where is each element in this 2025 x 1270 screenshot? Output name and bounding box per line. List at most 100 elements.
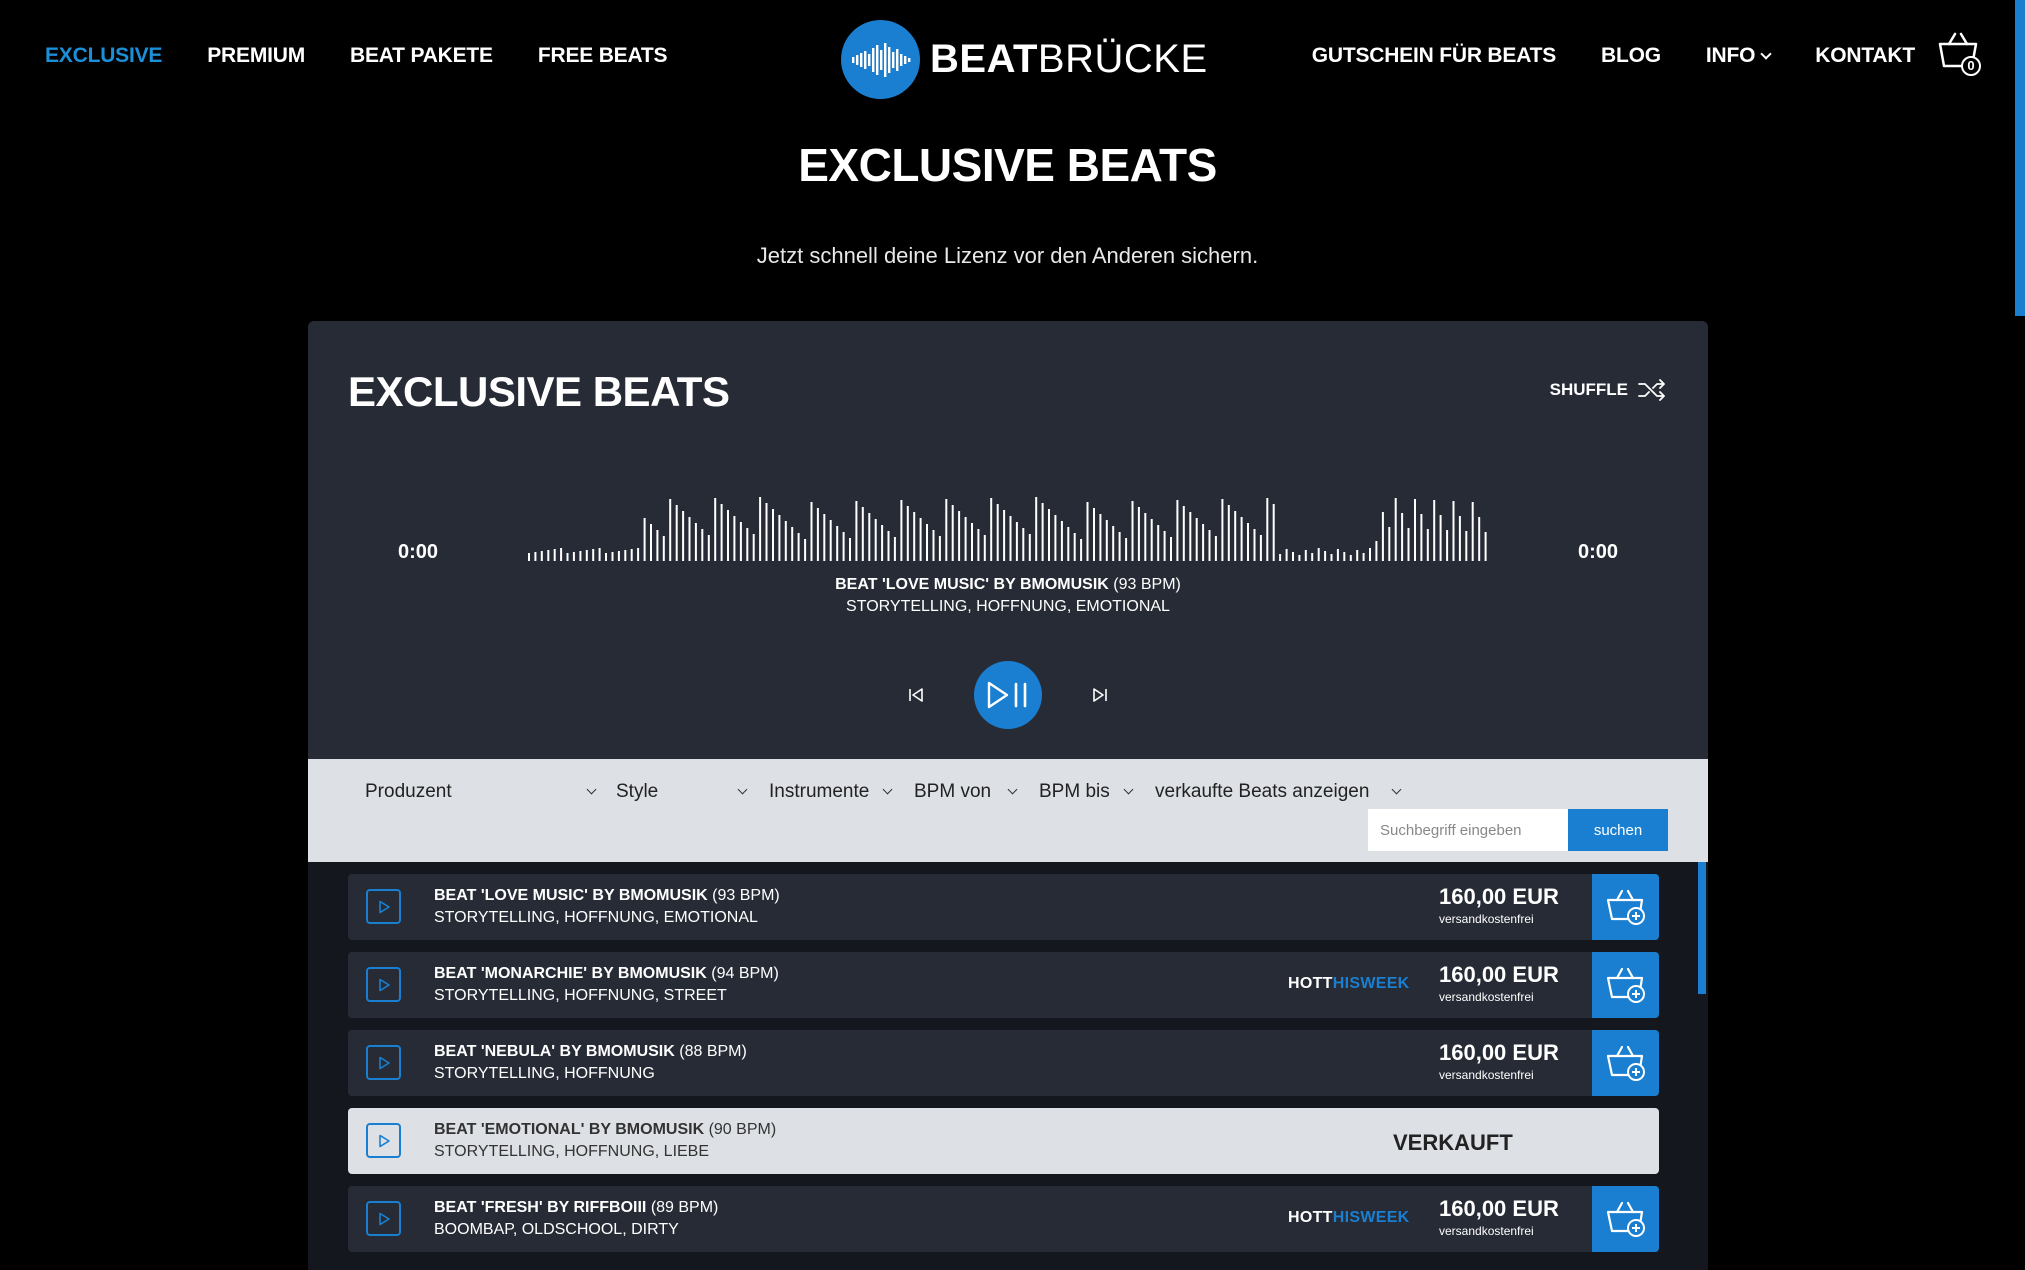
filter-verkaufte-beats[interactable]: verkaufte Beats anzeigen [1155, 777, 1402, 807]
row-play-button[interactable] [366, 1123, 401, 1158]
cart-button[interactable]: 0 [1937, 30, 1983, 76]
waveform-bar [1086, 502, 1089, 561]
waveform-bar [1003, 510, 1006, 561]
waveform-bar [971, 523, 973, 561]
search-input[interactable] [1368, 809, 1568, 851]
nav-free-beats[interactable]: FREE BEATS [538, 44, 668, 68]
waveform-bar [1311, 553, 1314, 561]
waveform-bar [996, 504, 999, 561]
waveform-bar [977, 529, 980, 561]
waveform-bar [540, 551, 543, 561]
waveform-bar [784, 521, 787, 561]
shuffle-button[interactable]: SHUFFLE [1550, 379, 1666, 401]
nav-kontakt[interactable]: KONTAKT [1815, 44, 1915, 68]
next-track-icon[interactable] [1090, 685, 1110, 705]
waveform-bar [630, 549, 633, 561]
time-total: 0:00 [1577, 541, 1618, 563]
nav-blog[interactable]: BLOG [1601, 44, 1661, 68]
waveform-bar [617, 551, 620, 561]
track-tags: STORYTELLING, HOFFNUNG, STREET [434, 987, 727, 1004]
row-play-button[interactable] [366, 1045, 401, 1080]
waveform-bar [990, 498, 993, 561]
logo-wordmark: BEATBRÜCKE [930, 37, 1208, 81]
waveform-bar [958, 511, 961, 561]
filter-produzent[interactable]: Produzent [365, 777, 597, 807]
waveform-bar [1471, 502, 1474, 561]
filter-bpm-bis[interactable]: BPM bis [1039, 777, 1134, 807]
waveform-seekbar[interactable] [528, 496, 1491, 561]
filter-instrumente[interactable]: Instrumente [769, 777, 893, 807]
filter-style[interactable]: Style [616, 777, 748, 807]
add-to-cart-icon [1606, 967, 1645, 1003]
waveform-bar [1381, 512, 1384, 561]
add-to-cart-icon [1606, 889, 1645, 925]
now-playing-title: BEAT 'LOVE MUSIC' BY BMOMUSIK (93 BPM) [835, 576, 1181, 593]
page-title: EXCLUSIVE BEATS [798, 139, 1217, 191]
nav-exclusive[interactable]: EXCLUSIVE [45, 44, 162, 68]
filter-bpm-von[interactable]: BPM von [914, 777, 1018, 807]
chevron-down-icon [1760, 48, 1772, 60]
track-price: 160,00 EUR versandkostenfrei [1439, 884, 1559, 926]
chevron-down-icon [737, 784, 748, 795]
nav-gutschein[interactable]: GUTSCHEIN FÜR BEATS [1312, 44, 1557, 68]
price-value: 160,00 EUR [1439, 1196, 1559, 1221]
chevron-down-icon [586, 784, 597, 795]
waveform-bar [1163, 531, 1166, 561]
row-play-button[interactable] [366, 1201, 401, 1236]
nav-info[interactable]: INFO [1706, 44, 1772, 68]
track-row[interactable]: BEAT 'FRESH' BY RIFFBOIII (89 BPM) BOOMBA… [348, 1186, 1659, 1252]
track-row[interactable]: BEAT 'MONARCHIE' BY BMOMUSIK (94 BPM) STO… [348, 952, 1659, 1018]
waveform-bar [566, 553, 569, 561]
waveform-bar [906, 506, 909, 561]
waveform-bar [1317, 548, 1320, 561]
track-title: BEAT 'FRESH' BY RIFFBOIII (89 BPM) [434, 1199, 719, 1216]
waveform-bar [560, 548, 563, 561]
chevron-down-icon [1007, 784, 1018, 795]
filter-bar: Produzent Style Instrumente BPM von BPM … [308, 759, 1708, 862]
hot-this-week-badge: HOTTHISWEEK [1288, 975, 1410, 992]
waveform-bar [913, 512, 916, 561]
waveform-bar [1336, 549, 1339, 561]
waveform-bar [791, 527, 794, 561]
track-row[interactable]: BEAT 'LOVE MUSIC' BY BMOMUSIK (93 BPM) ST… [348, 874, 1659, 940]
add-to-cart-button[interactable] [1592, 1030, 1659, 1096]
waveform-bar [1484, 532, 1487, 561]
page-scrollbar[interactable] [2015, 0, 2025, 316]
waveform-bar [528, 553, 530, 561]
waveform-bar [1292, 552, 1294, 561]
row-play-button[interactable] [366, 889, 401, 924]
waveform-bar [855, 501, 858, 561]
logo[interactable]: BEATBRÜCKE [841, 20, 1208, 99]
waveform-bar [1330, 554, 1333, 561]
waveform-bar [733, 516, 736, 561]
play-icon [378, 1212, 390, 1225]
waveform-bar [572, 552, 575, 561]
waveform-bar [1452, 501, 1455, 561]
waveform-bar [1234, 511, 1237, 561]
waveform-bar [746, 528, 749, 561]
top-navigation: EXCLUSIVE PREMIUM BEAT PAKETE FREE BEATS… [0, 0, 2025, 118]
add-to-cart-button[interactable] [1592, 1186, 1659, 1252]
hot-this-week-badge: HOTTHISWEEK [1288, 1209, 1410, 1226]
waveform-bar [714, 498, 717, 561]
waveform-bar [1035, 497, 1038, 561]
waveform-bar [945, 499, 948, 561]
waveform-bar [1048, 509, 1050, 561]
waveform-bar [650, 524, 652, 561]
waveform-bar [1272, 504, 1275, 561]
add-to-cart-button[interactable] [1592, 952, 1659, 1018]
track-row[interactable]: BEAT 'EMOTIONAL' BY BMOMUSIK (90 BPM) STO… [348, 1108, 1659, 1174]
previous-track-icon[interactable] [906, 685, 926, 705]
play-pause-button[interactable] [974, 661, 1042, 729]
waveform-bar [829, 520, 832, 561]
row-play-button[interactable] [366, 967, 401, 1002]
waveform-bar [861, 507, 864, 561]
track-price: 160,00 EUR versandkostenfrei [1439, 1040, 1559, 1082]
waveform-bar [1170, 537, 1172, 561]
add-to-cart-button[interactable] [1592, 874, 1659, 940]
nav-beat-pakete[interactable]: BEAT PAKETE [350, 44, 493, 68]
list-scrollbar[interactable] [1698, 862, 1706, 994]
nav-premium[interactable]: PREMIUM [207, 44, 305, 68]
track-row[interactable]: BEAT 'NEBULA' BY BMOMUSIK (88 BPM) STORYT… [348, 1030, 1659, 1096]
search-button[interactable]: suchen [1568, 809, 1668, 851]
